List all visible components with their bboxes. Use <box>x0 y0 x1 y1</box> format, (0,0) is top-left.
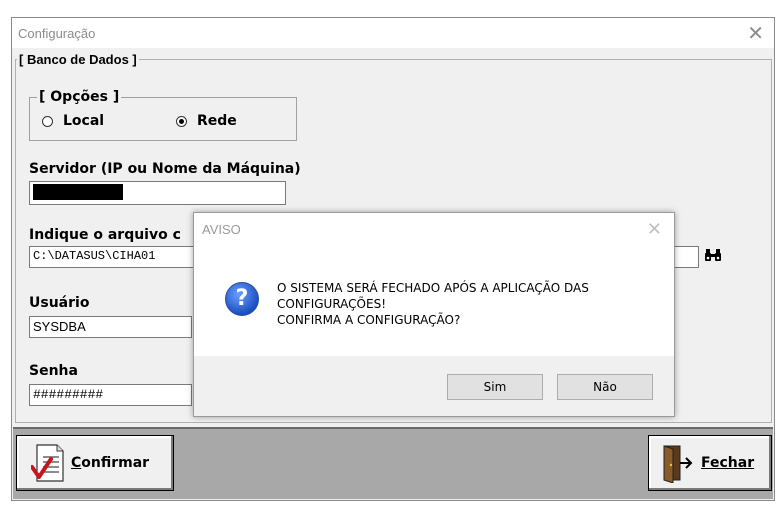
fechar-label: Fechar <box>701 455 754 471</box>
radio-local[interactable]: Local <box>42 113 104 129</box>
confirmar-hotkey: C <box>71 455 82 471</box>
senha-input[interactable]: ######### <box>29 384 192 406</box>
usuario-input[interactable]: SYSDBA <box>29 316 192 338</box>
aviso-message-line-1: O SISTEMA SERÁ FECHADO APÓS A APLICAÇÃO … <box>277 281 589 295</box>
confirmar-label-rest: onfirmar <box>81 455 150 471</box>
banco-de-dados-legend: [ Banco de Dados ] <box>17 52 139 67</box>
confirmar-label: Confirmar <box>71 455 149 471</box>
servidor-input[interactable] <box>29 181 286 205</box>
opcoes-legend: [ Opções ] <box>37 89 122 105</box>
nao-button[interactable]: Não <box>557 374 653 400</box>
radio-rede[interactable]: Rede <box>176 113 237 129</box>
window-title: Configuração <box>18 26 96 41</box>
fechar-hotkey: F <box>701 455 710 471</box>
arquivo-label: Indique o arquivo c <box>29 227 181 243</box>
close-icon[interactable]: ✕ <box>747 21 764 45</box>
fechar-label-rest: echar <box>710 455 755 471</box>
senha-label: Senha <box>29 363 78 379</box>
radio-rede-label: Rede <box>197 113 237 129</box>
binoculars-icon[interactable] <box>704 248 722 262</box>
bottom-bar: Confirmar Fechar <box>13 427 773 499</box>
document-check-icon <box>30 443 65 483</box>
usuario-label: Usuário <box>29 295 90 311</box>
aviso-title-bar: AVISO ✕ <box>194 213 674 246</box>
confirmar-button[interactable]: Confirmar <box>16 435 174 491</box>
aviso-title: AVISO <box>202 222 241 237</box>
aviso-message-line-2: CONFIGURAÇÕES! <box>277 297 387 311</box>
servidor-label: Servidor (IP ou Nome da Máquina) <box>29 161 301 177</box>
aviso-close-icon[interactable]: ✕ <box>647 219 662 240</box>
door-exit-icon <box>661 443 693 484</box>
aviso-message-line-3: CONFIRMA A CONFIGURAÇÃO? <box>277 313 461 327</box>
aviso-body: ? O SISTEMA SERÁ FECHADO APÓS A APLICAÇÃ… <box>194 246 674 356</box>
servidor-redacted-value <box>33 184 123 200</box>
aviso-dialog: AVISO ✕ ? O SISTEMA SERÁ FECHADO APÓS A … <box>193 212 675 417</box>
radio-rede-circle[interactable] <box>176 115 187 127</box>
question-icon: ? <box>225 282 259 316</box>
fechar-button[interactable]: Fechar <box>648 435 772 491</box>
title-bar: Configuração ✕ <box>12 18 774 48</box>
radio-local-circle[interactable] <box>42 115 53 127</box>
aviso-message: O SISTEMA SERÁ FECHADO APÓS A APLICAÇÃO … <box>277 280 589 328</box>
radio-local-label: Local <box>63 113 105 129</box>
sim-button[interactable]: Sim <box>447 374 543 400</box>
